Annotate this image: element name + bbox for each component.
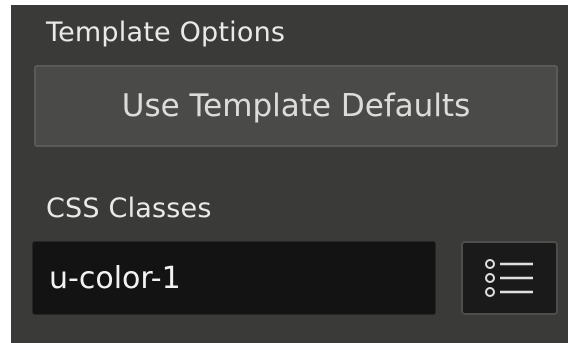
- list-icon: [484, 256, 536, 300]
- css-classes-label: CSS Classes: [46, 193, 212, 224]
- use-template-defaults-button[interactable]: Use Template Defaults: [34, 65, 558, 147]
- properties-panel: Template Options Use Template Defaults C…: [11, 5, 568, 343]
- template-options-label: Template Options: [46, 17, 286, 48]
- css-classes-picker-button[interactable]: [461, 241, 558, 315]
- css-classes-input[interactable]: [32, 241, 436, 315]
- use-template-defaults-label: Use Template Defaults: [121, 88, 471, 124]
